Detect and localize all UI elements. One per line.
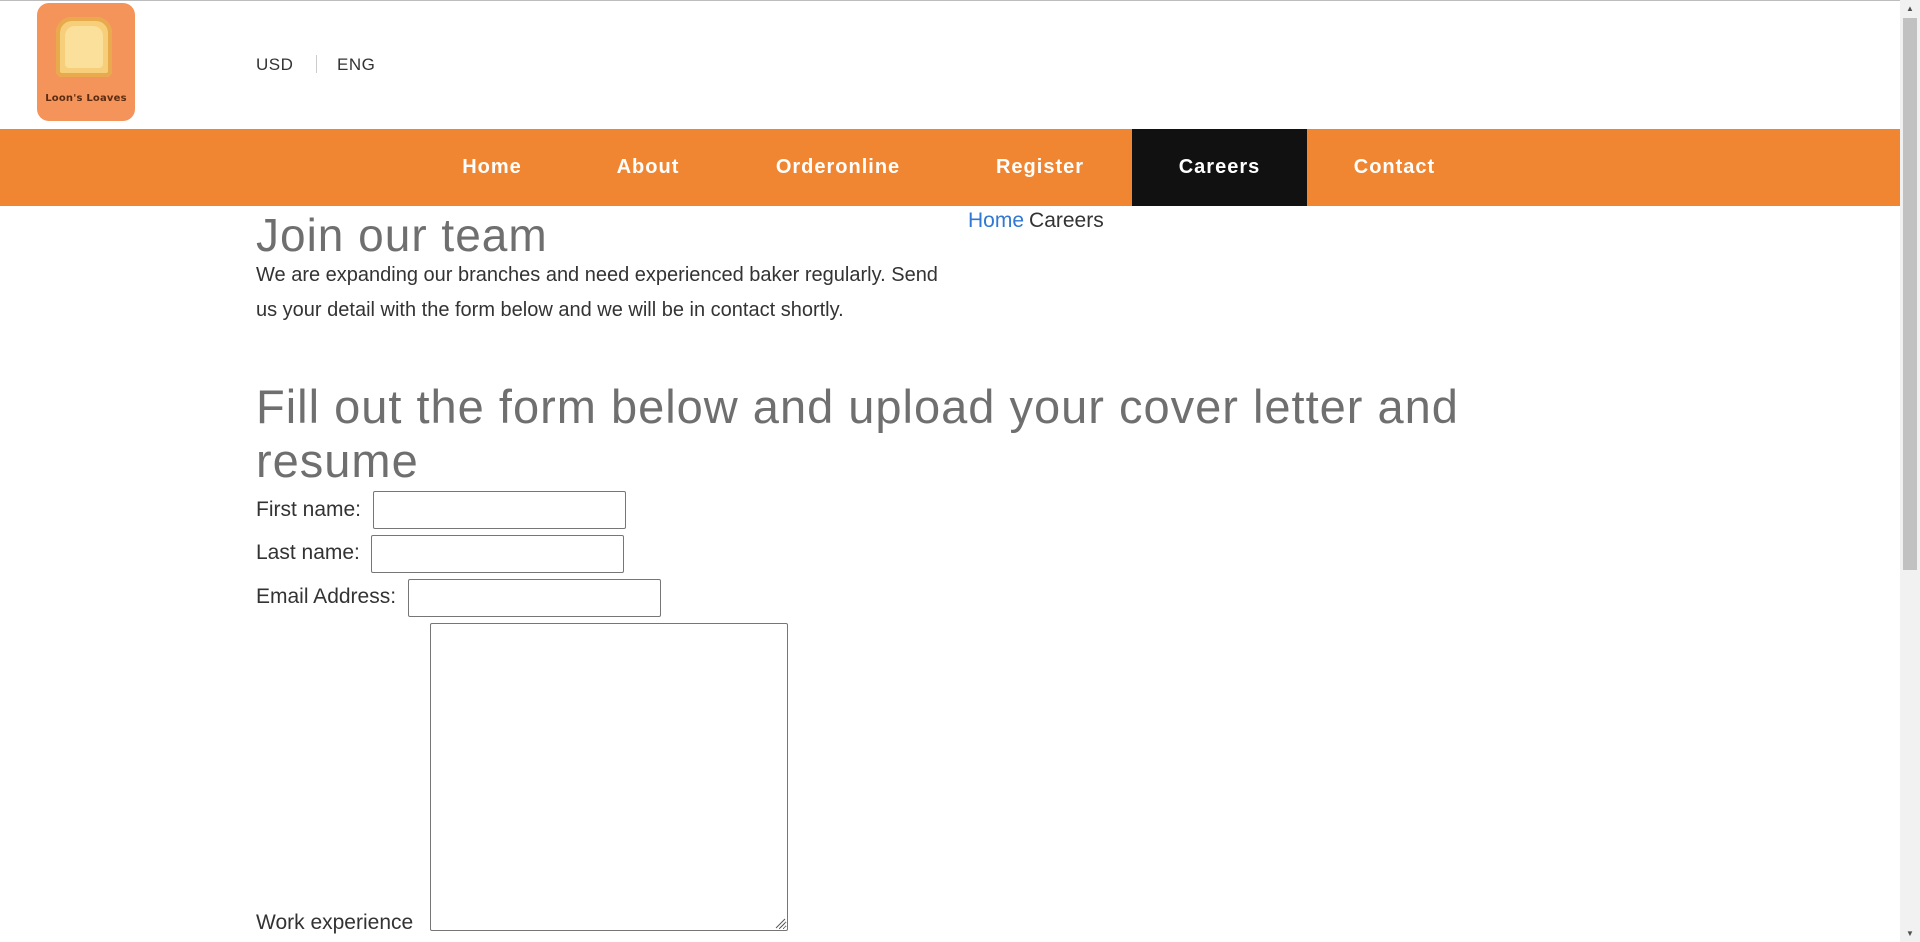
toast-icon [56, 17, 112, 77]
nav-item-orderonline[interactable]: Orderonline [740, 129, 936, 206]
nav-item-about[interactable]: About [578, 129, 718, 206]
header-divider [316, 55, 317, 73]
breadcrumb: Home Careers [968, 208, 1104, 234]
language-selector[interactable]: ENG [337, 55, 375, 75]
scrollbar-thumb[interactable] [1903, 18, 1917, 570]
page-title: Join our team [256, 209, 548, 261]
email-label: Email Address: [256, 585, 397, 608]
intro-text: We are expanding our branches and need e… [256, 264, 938, 321]
site-header: Loon's Loaves USD ENG [0, 1, 1900, 129]
logo-text: Loon's Loaves [45, 93, 127, 104]
main-nav: Home About Orderonline Register Careers … [0, 129, 1900, 206]
form-title: Fill out the form below and upload your … [256, 380, 1459, 487]
nav-item-home[interactable]: Home [424, 129, 560, 206]
work-experience-label: Work experience [256, 911, 414, 934]
breadcrumb-current: Careers [1029, 209, 1104, 232]
nav-item-register[interactable]: Register [952, 129, 1128, 206]
triangle-down-icon[interactable]: ▼ [1900, 925, 1920, 942]
first-name-label: First name: [256, 498, 362, 521]
work-experience-textarea[interactable] [430, 623, 788, 931]
last-name-field[interactable] [371, 535, 624, 573]
last-name-label: Last name: [256, 541, 360, 564]
resize-grip-icon[interactable] [774, 917, 786, 929]
breadcrumb-home-link[interactable]: Home [968, 209, 1024, 232]
page-scrollbar[interactable]: ▲ ▼ [1900, 0, 1920, 942]
first-name-field[interactable] [373, 491, 626, 529]
email-field[interactable] [408, 579, 661, 617]
nav-item-careers[interactable]: Careers [1132, 129, 1307, 206]
site-logo[interactable]: Loon's Loaves [37, 3, 135, 121]
page: Loon's Loaves USD ENG Home About Orderon… [0, 0, 1920, 942]
triangle-up-icon[interactable]: ▲ [1900, 0, 1920, 17]
nav-item-contact[interactable]: Contact [1307, 129, 1482, 206]
toast-crumb [65, 26, 103, 68]
currency-selector[interactable]: USD [256, 55, 293, 75]
